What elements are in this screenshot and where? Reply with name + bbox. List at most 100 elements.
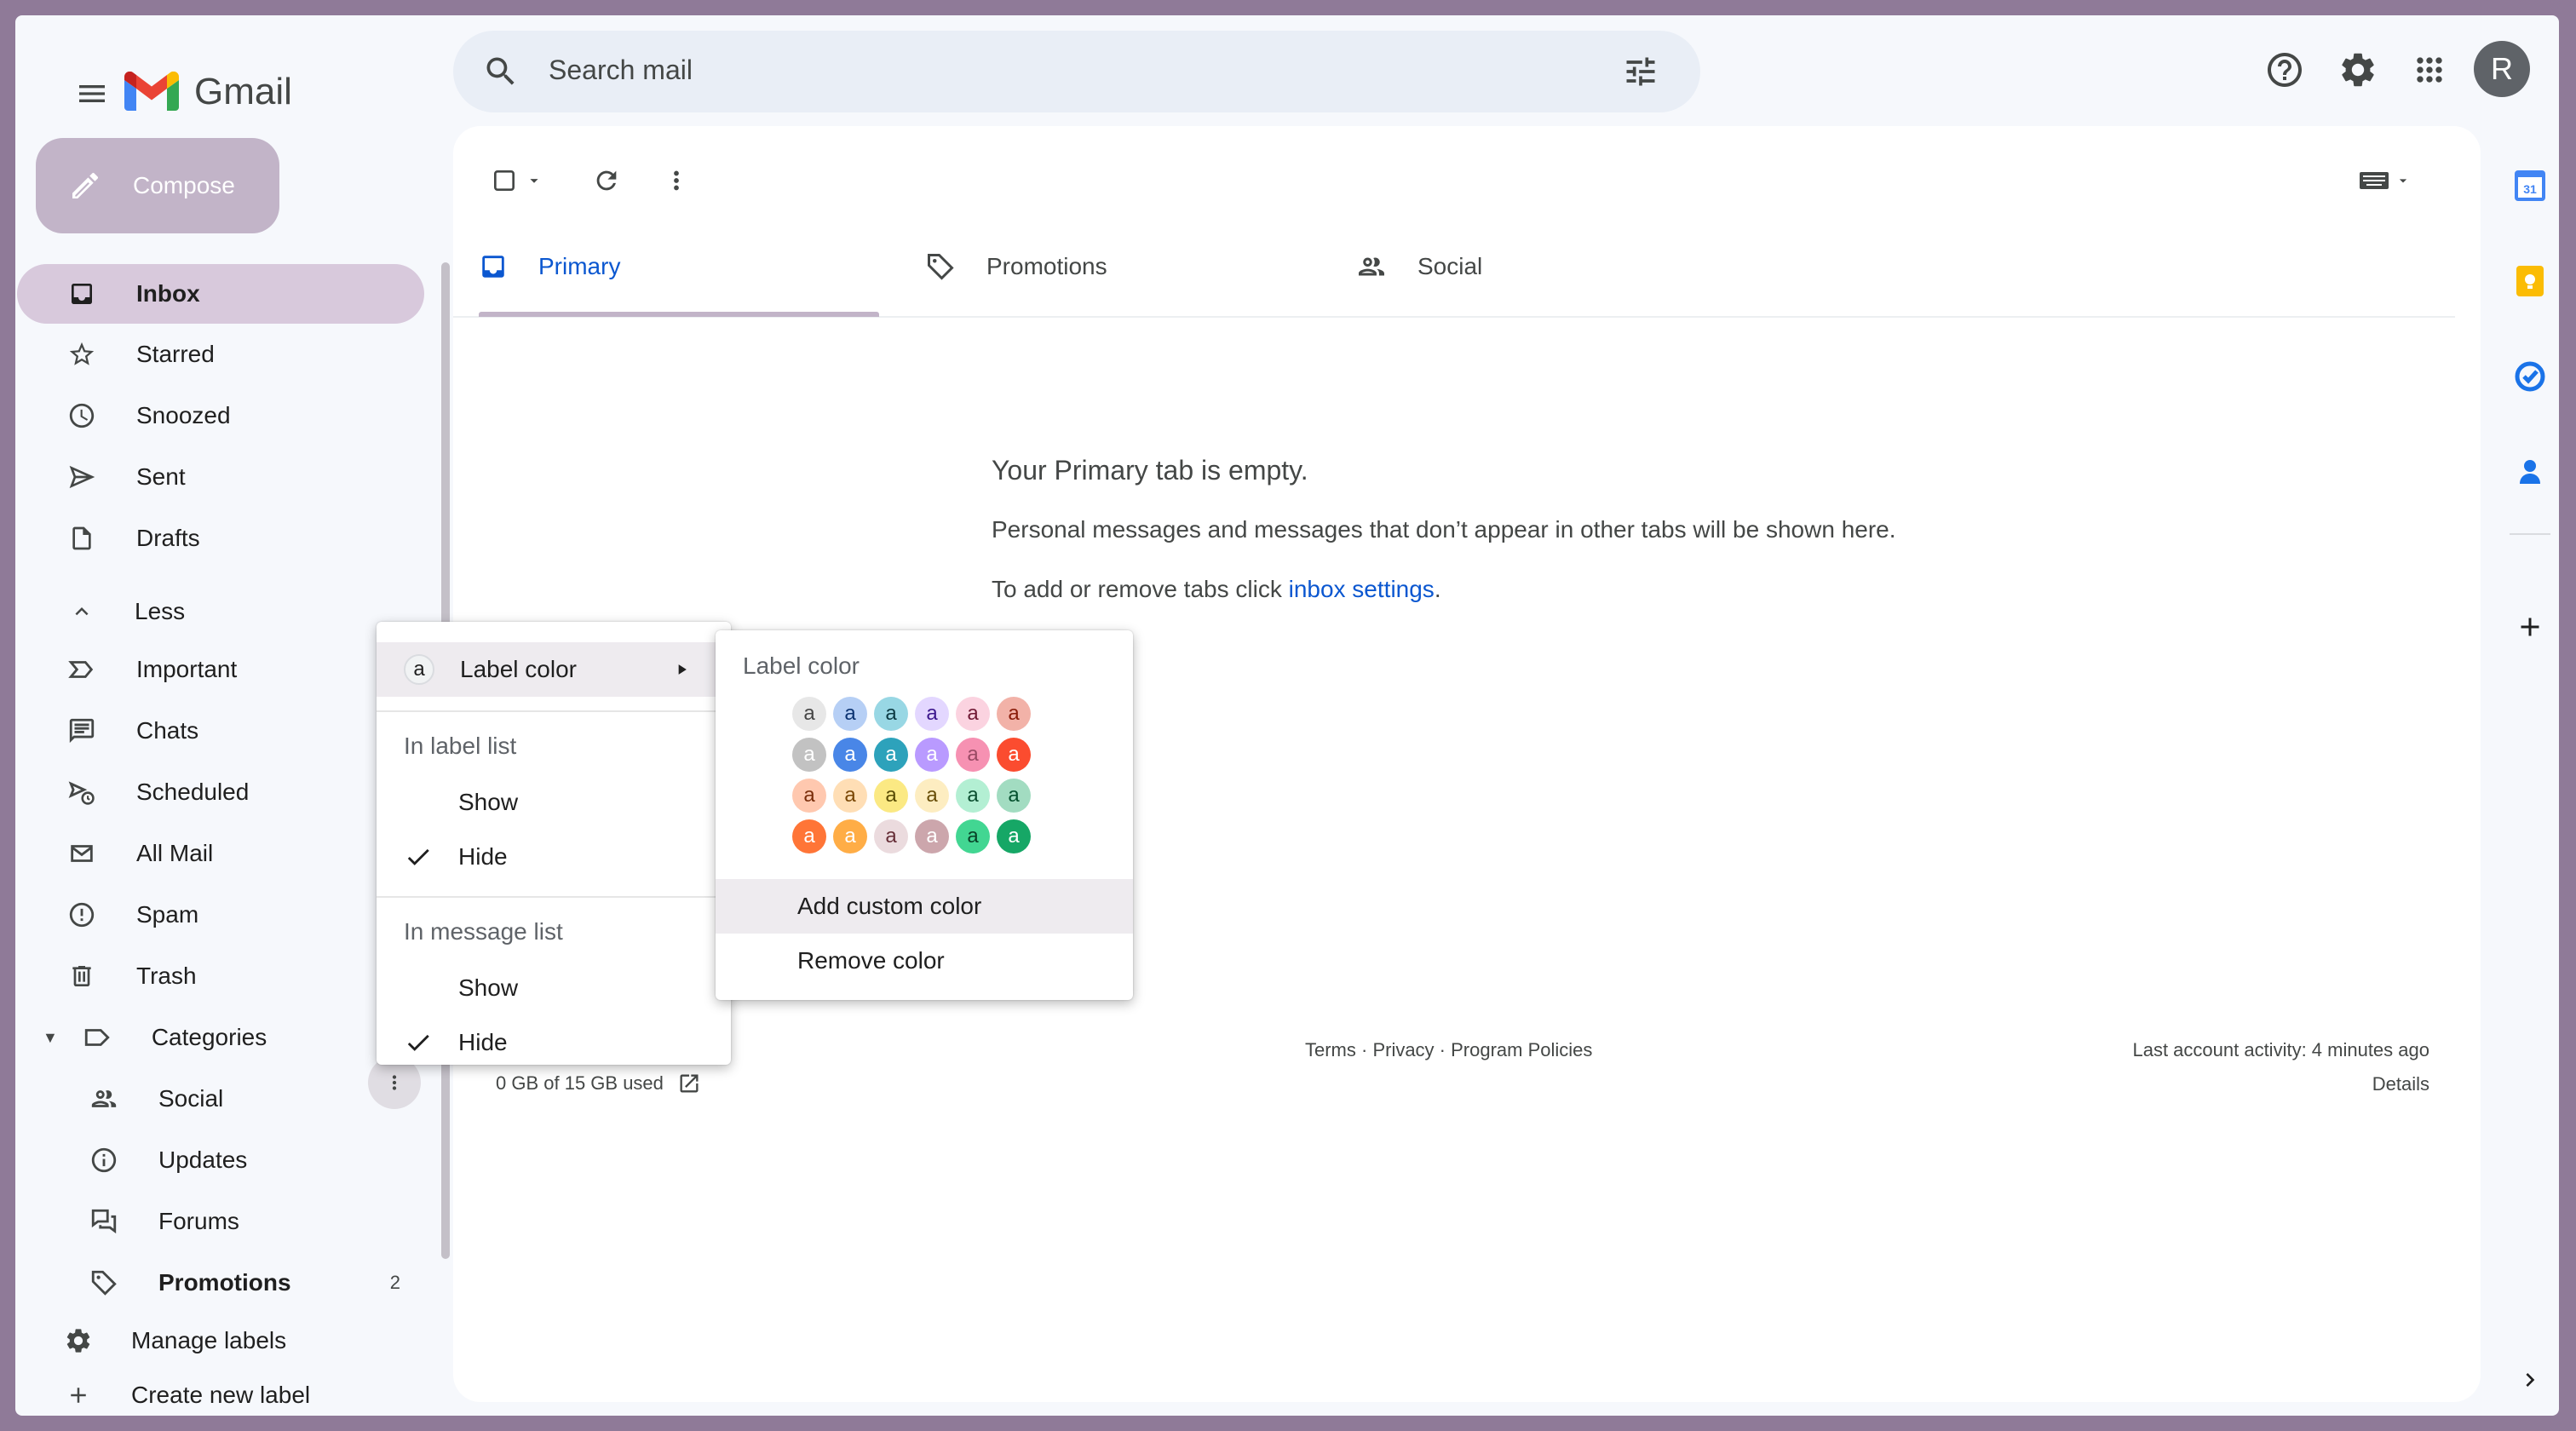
select-all-checkbox[interactable] (479, 155, 555, 206)
inbox-settings-link[interactable]: inbox settings (1289, 576, 1435, 602)
unread-count-badge: 2 (389, 1272, 400, 1293)
tab-primary[interactable]: Primary (479, 220, 620, 313)
color-swatch[interactable]: a (915, 819, 949, 853)
sidebar-item-important[interactable]: Important (17, 642, 426, 697)
message-list-show-option[interactable]: Show (377, 961, 731, 1015)
input-tools-button[interactable] (2351, 155, 2419, 206)
color-swatch[interactable]: a (792, 779, 826, 813)
color-swatch[interactable]: a (956, 738, 990, 772)
sidebar-item-label: Drafts (136, 525, 200, 551)
color-swatch[interactable]: a (874, 738, 908, 772)
option-label: Hide (458, 843, 508, 870)
help-button[interactable] (2252, 37, 2317, 102)
account-avatar[interactable]: R (2474, 41, 2530, 97)
sidebar-item-less[interactable]: Less (17, 584, 426, 639)
settings-button[interactable] (2326, 37, 2390, 102)
search-bar[interactable]: Search mail (453, 31, 1700, 112)
color-swatch[interactable]: a (997, 697, 1031, 731)
sidebar-item-snoozed[interactable]: Snoozed (17, 388, 426, 443)
main-menu-button[interactable] (58, 60, 126, 128)
footer-policy-links[interactable]: Terms · Privacy · Program Policies (1305, 1039, 1592, 1061)
keep-icon (2516, 266, 2544, 296)
sidebar-item-inbox[interactable]: Inbox (17, 264, 424, 324)
sidebar-item-label: Social (158, 1085, 224, 1112)
sidebar-item-label: Trash (136, 963, 197, 989)
color-swatch[interactable]: a (833, 738, 867, 772)
sidebar-item-spam[interactable]: Spam (17, 888, 426, 942)
sidebar-item-create-label[interactable]: Create new label (17, 1368, 426, 1416)
tasks-app-button[interactable] (2504, 351, 2556, 402)
color-swatch[interactable]: a (792, 819, 826, 853)
color-swatch[interactable]: a (874, 819, 908, 853)
color-swatch[interactable]: a (997, 738, 1031, 772)
remove-color-option[interactable]: Remove color (716, 934, 1133, 988)
gmail-logo[interactable]: Gmail (124, 58, 292, 126)
sidebar-item-label: Create new label (131, 1382, 311, 1408)
color-swatch[interactable]: a (956, 697, 990, 731)
sidebar-item-starred[interactable]: Starred (17, 327, 426, 382)
color-swatch[interactable]: a (997, 779, 1031, 813)
label-icon (80, 1020, 114, 1055)
sidebar-item-all-mail[interactable]: All Mail (17, 826, 426, 881)
sidebar-item-social[interactable]: Social (17, 1072, 426, 1126)
last-account-activity: Last account activity: 4 minutes ago (2132, 1039, 2429, 1060)
color-swatch[interactable]: a (874, 779, 908, 813)
tab-promotions[interactable]: Promotions (925, 220, 1107, 313)
calendar-app-button[interactable]: 31 (2504, 160, 2556, 211)
color-swatch[interactable]: a (956, 779, 990, 813)
color-swatch[interactable]: a (833, 819, 867, 853)
sidebar-item-updates[interactable]: Updates (17, 1133, 426, 1187)
label-list-hide-option[interactable]: Hide (377, 830, 731, 884)
sidebar-item-label: Snoozed (136, 402, 231, 428)
sidebar-item-sent[interactable]: Sent (17, 450, 426, 504)
sidebar-item-categories[interactable]: ▼ Categories (17, 1010, 426, 1065)
search-icon[interactable] (482, 53, 520, 90)
compose-button[interactable]: Compose (36, 138, 279, 233)
apps-button[interactable] (2397, 37, 2462, 102)
color-swatch[interactable]: a (833, 697, 867, 731)
storage-usage[interactable]: 0 GB of 15 GB used (496, 1072, 701, 1095)
forum-icon (87, 1204, 121, 1238)
hamburger-icon (79, 85, 105, 102)
sidebar-item-label: Categories (151, 1024, 267, 1050)
add-custom-color-option[interactable]: Add custom color (716, 879, 1133, 934)
label-color-menu-item[interactable]: a Label color (377, 642, 731, 697)
search-input[interactable]: Search mail (549, 55, 693, 86)
sidebar-item-drafts[interactable]: Drafts (17, 511, 426, 566)
app-name: Gmail (194, 71, 292, 112)
color-swatch[interactable]: a (915, 697, 949, 731)
contacts-app-button[interactable] (2504, 446, 2556, 497)
open-external-icon[interactable] (677, 1072, 701, 1095)
color-swatch[interactable]: a (915, 738, 949, 772)
sidebar-item-trash[interactable]: Trash (17, 949, 426, 1003)
more-vert-icon (674, 170, 679, 191)
sidebar-item-forums[interactable]: Forums (17, 1194, 426, 1249)
sidebar-item-manage-labels[interactable]: Manage labels (17, 1313, 426, 1368)
color-swatch[interactable]: a (956, 819, 990, 853)
refresh-button[interactable] (581, 155, 632, 206)
activity-details-link[interactable]: Details (2372, 1073, 2429, 1095)
keep-app-button[interactable] (2504, 256, 2556, 307)
sidebar-item-promotions[interactable]: Promotions 2 (17, 1256, 426, 1310)
more-options-button[interactable] (651, 155, 702, 206)
color-swatch[interactable]: a (833, 779, 867, 813)
tab-social[interactable]: Social (1356, 220, 1482, 313)
caret-down-icon[interactable]: ▼ (43, 1029, 58, 1047)
color-swatch[interactable]: a (997, 819, 1031, 853)
label-color-text: Label color (460, 656, 577, 682)
plus-icon (2521, 618, 2539, 636)
color-swatch[interactable]: a (874, 697, 908, 731)
sidebar-item-scheduled[interactable]: Scheduled (17, 765, 426, 819)
color-swatch[interactable]: a (915, 779, 949, 813)
storage-usage-text: 0 GB of 15 GB used (496, 1072, 664, 1094)
color-swatch[interactable]: a (792, 697, 826, 731)
message-list-hide-option[interactable]: Hide (377, 1015, 731, 1070)
label-list-show-option[interactable]: Show (377, 775, 731, 830)
label-color-submenu: Label color aaaaaaaaaaaaaaaaaaaaaaaa Add… (716, 630, 1133, 1000)
show-side-panel-button[interactable] (2504, 1354, 2556, 1405)
submenu-arrow-icon (678, 664, 687, 675)
get-addons-button[interactable] (2504, 601, 2556, 652)
sidebar-item-chats[interactable]: Chats (17, 704, 426, 758)
color-swatch[interactable]: a (792, 738, 826, 772)
search-options-icon[interactable] (1622, 53, 1659, 90)
